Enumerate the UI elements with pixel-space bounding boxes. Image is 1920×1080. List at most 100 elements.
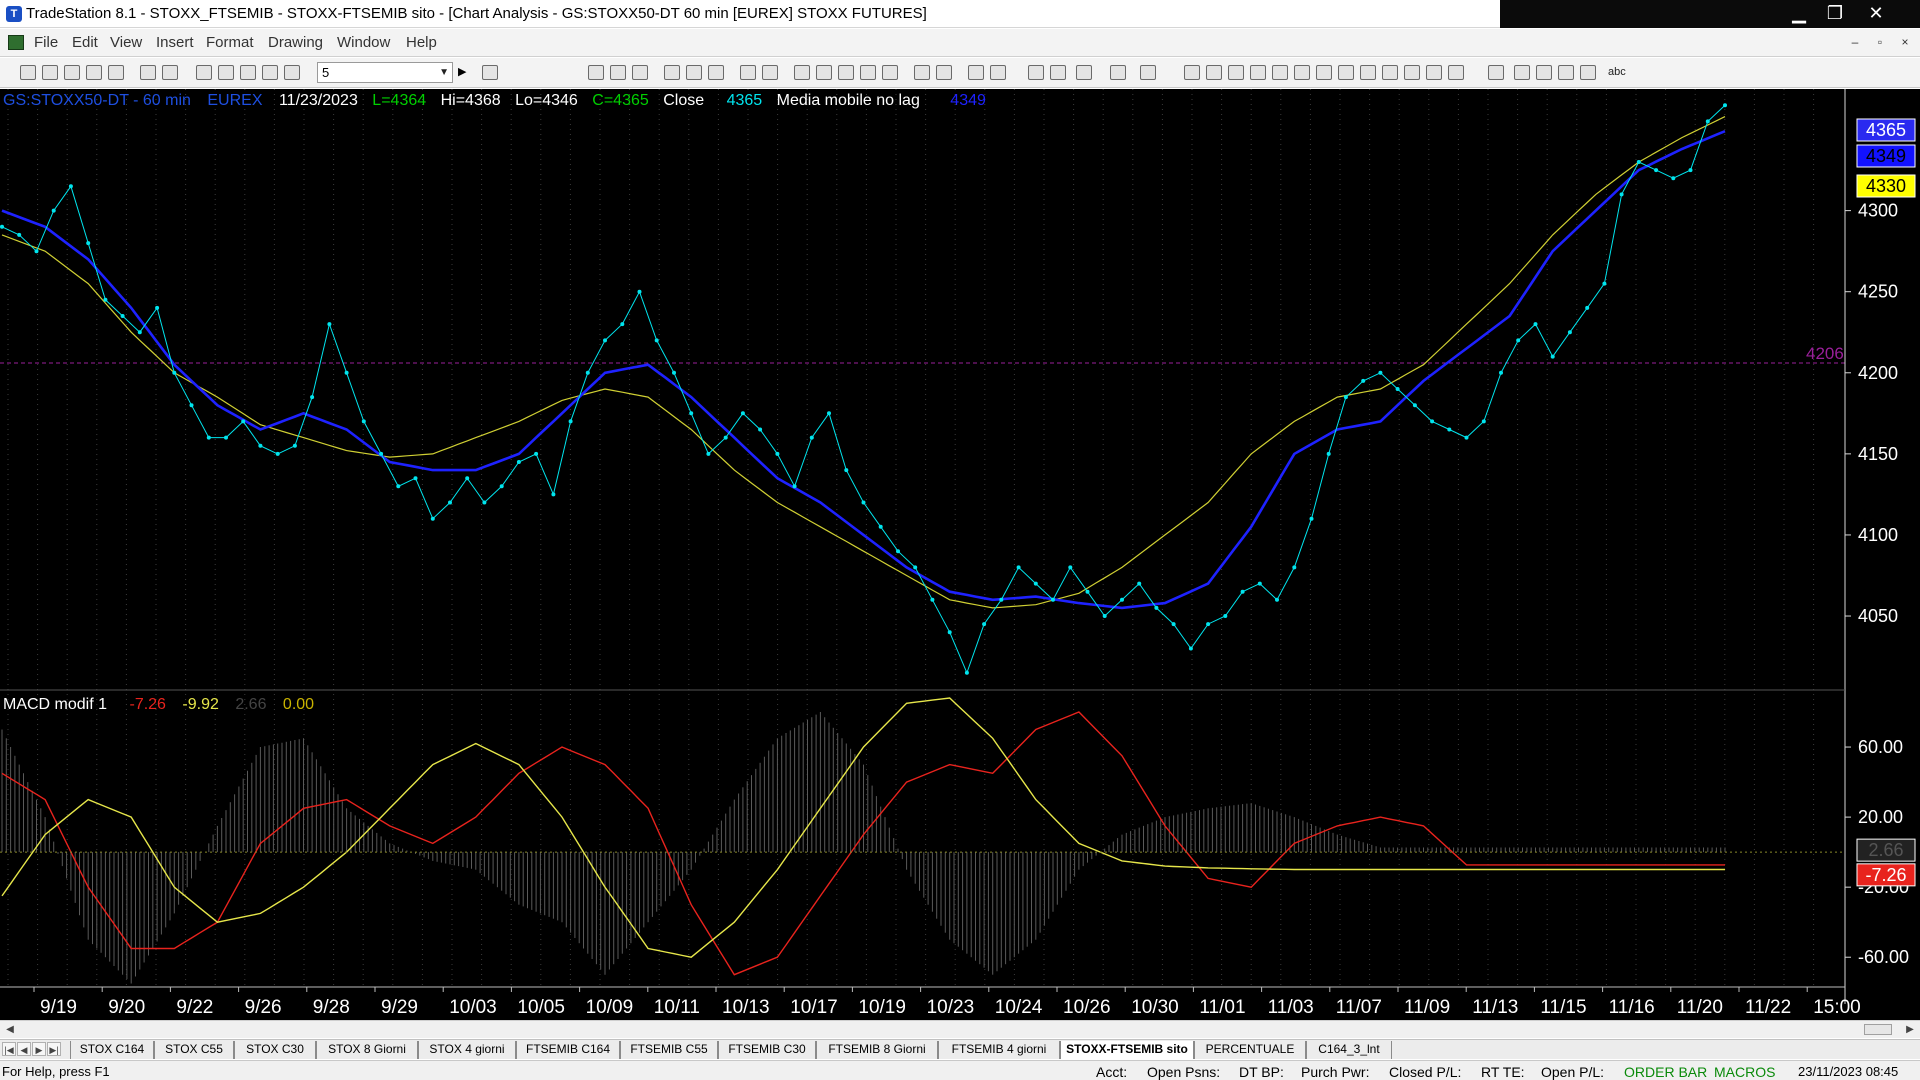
order-bar-toggle[interactable]: ORDER BAR bbox=[1624, 1064, 1707, 1080]
scroll-thumb[interactable] bbox=[1864, 1024, 1892, 1035]
tab-stox-4-giorni[interactable]: STOX 4 giorni bbox=[418, 1041, 516, 1059]
horizontal-arrow-icon[interactable] bbox=[1404, 65, 1420, 80]
find-symbol-icon[interactable] bbox=[482, 65, 498, 80]
tab-ftsemib-4-giorni[interactable]: FTSEMIB 4 giorni bbox=[938, 1041, 1060, 1059]
chart-area[interactable]: 4206 4300 4250 4200 4150 4100 4050 60.00 20.00… bbox=[0, 89, 1920, 1020]
print-preview-icon[interactable] bbox=[140, 65, 156, 80]
line-chart-icon[interactable] bbox=[816, 65, 832, 80]
horizontal-lines-icon[interactable] bbox=[1228, 65, 1244, 80]
globe-icon[interactable] bbox=[284, 65, 300, 80]
candlestick-icon[interactable] bbox=[838, 65, 854, 80]
tools-icon[interactable] bbox=[1076, 65, 1092, 80]
format-window-icon[interactable] bbox=[740, 65, 756, 80]
expand-bars-icon[interactable] bbox=[936, 65, 952, 80]
trendline-icon[interactable] bbox=[1184, 65, 1200, 80]
trade-icon[interactable] bbox=[1140, 65, 1156, 80]
vertical-lines-icon[interactable] bbox=[1206, 65, 1222, 80]
new-window-icon[interactable] bbox=[86, 65, 102, 80]
lock-icon[interactable] bbox=[240, 65, 256, 80]
tab-last-icon[interactable]: ▶| bbox=[47, 1042, 61, 1056]
arrow-up-icon[interactable] bbox=[1536, 65, 1552, 80]
x-tick-label: 11/13 bbox=[1472, 997, 1518, 1018]
mdi-close-button[interactable]: × bbox=[1895, 33, 1915, 51]
tab-stox-8-giorni[interactable]: STOX 8 Giorni bbox=[316, 1041, 418, 1059]
arc-tool-icon[interactable] bbox=[1426, 65, 1442, 80]
close-button[interactable]: ✕ bbox=[1855, 0, 1897, 28]
tab-ftsemib-c55[interactable]: FTSEMIB C55 bbox=[620, 1041, 718, 1059]
ellipse-icon[interactable] bbox=[1558, 65, 1574, 80]
play-icon[interactable]: ▶ bbox=[458, 65, 466, 78]
tab-first-icon[interactable]: |◀ bbox=[2, 1042, 16, 1056]
data-window-icon[interactable] bbox=[610, 65, 626, 80]
menu-format[interactable]: Format bbox=[206, 34, 254, 51]
tab-stox-c30[interactable]: STOX C30 bbox=[234, 1041, 316, 1059]
tab-stoxx-ftsemib-sito[interactable]: STOXX-FTSEMIB sito bbox=[1060, 1041, 1194, 1059]
macros-toggle[interactable]: MACROS bbox=[1714, 1064, 1775, 1080]
status-acct: Acct: bbox=[1096, 1064, 1128, 1080]
new-document-icon[interactable] bbox=[20, 65, 36, 80]
menu-drawing[interactable]: Drawing bbox=[268, 34, 323, 51]
chart-svg[interactable]: 4206 4300 4250 4200 4150 4100 4050 60.00 20.00… bbox=[0, 89, 1920, 1020]
zoom-in-icon[interactable] bbox=[968, 65, 984, 80]
tab-prev-icon[interactable]: ◀ bbox=[17, 1042, 31, 1056]
menu-file[interactable]: File bbox=[34, 34, 58, 51]
menu-edit[interactable]: Edit bbox=[72, 34, 98, 51]
compress-bars-icon[interactable] bbox=[914, 65, 930, 80]
window-cascade-icon[interactable] bbox=[196, 65, 212, 80]
zoom-out-icon[interactable] bbox=[990, 65, 1006, 80]
interval-selector[interactable]: 5 ▼ bbox=[317, 62, 453, 83]
tab-stox-c55[interactable]: STOX C55 bbox=[154, 1041, 234, 1059]
menu-help[interactable]: Help bbox=[406, 34, 437, 51]
chart-style-icon[interactable] bbox=[664, 65, 680, 80]
tab-percentuale[interactable]: PERCENTUALE bbox=[1194, 1041, 1306, 1059]
indicator-icon[interactable] bbox=[686, 65, 702, 80]
bar-chart-icon[interactable] bbox=[794, 65, 810, 80]
menu-view[interactable]: View bbox=[110, 34, 142, 51]
scroll-left-icon[interactable]: ◀ bbox=[2, 1022, 18, 1037]
save-all-icon[interactable] bbox=[64, 65, 80, 80]
open-workspace-icon[interactable] bbox=[108, 65, 124, 80]
rectangle-icon[interactable] bbox=[1580, 65, 1596, 80]
print-icon[interactable] bbox=[162, 65, 178, 80]
menu-window[interactable]: Window bbox=[337, 34, 390, 51]
tab-ftsemib-c164[interactable]: FTSEMIB C164 bbox=[516, 1041, 620, 1059]
scroll-right-icon[interactable]: ▶ bbox=[1902, 1022, 1918, 1037]
format-symbol-icon[interactable] bbox=[762, 65, 778, 80]
parallel-lines-icon[interactable] bbox=[1382, 65, 1398, 80]
pointer-icon[interactable] bbox=[1028, 65, 1044, 80]
arc-icon[interactable] bbox=[1272, 65, 1288, 80]
chevron-down-icon[interactable]: ▼ bbox=[439, 63, 449, 82]
point-figure-icon[interactable] bbox=[860, 65, 876, 80]
horizontal-scrollbar[interactable]: ◀ ▶ bbox=[0, 1020, 1920, 1038]
table-icon[interactable] bbox=[632, 65, 648, 80]
text-tool-icon[interactable]: abc bbox=[1608, 66, 1626, 78]
fibonacci-icon[interactable] bbox=[1250, 65, 1266, 80]
close-point bbox=[258, 443, 263, 448]
tab-c164-3-int[interactable]: C164_3_lnt bbox=[1306, 1041, 1392, 1059]
order-bar-icon[interactable] bbox=[1110, 65, 1126, 80]
drawing-tool-icon[interactable] bbox=[262, 65, 278, 80]
tab-ftsemib-8-giorni[interactable]: FTSEMIB 8 Giorni bbox=[816, 1041, 938, 1059]
restore-button[interactable]: ❐ bbox=[1814, 0, 1856, 28]
andrews-pitchfork-icon[interactable] bbox=[1360, 65, 1376, 80]
tab-stox-c164[interactable]: STOX C164 bbox=[70, 1041, 154, 1059]
curve-icon[interactable] bbox=[1488, 65, 1504, 80]
open-folder-icon[interactable] bbox=[42, 65, 58, 80]
mdi-restore-button[interactable]: ▫ bbox=[1870, 33, 1890, 51]
gann-fan-icon[interactable] bbox=[1338, 65, 1354, 80]
tab-next-icon[interactable]: ▶ bbox=[32, 1042, 46, 1056]
menu-insert[interactable]: Insert bbox=[156, 34, 194, 51]
window-tile-icon[interactable] bbox=[218, 65, 234, 80]
chart-settings-icon[interactable] bbox=[588, 65, 604, 80]
tab-ftsemib-c30[interactable]: FTSEMIB C30 bbox=[718, 1041, 816, 1059]
pencil-icon[interactable] bbox=[1448, 65, 1464, 80]
mdi-minimize-button[interactable]: – bbox=[1845, 33, 1865, 51]
arrow-down-icon[interactable] bbox=[1514, 65, 1530, 80]
channel-icon[interactable] bbox=[1294, 65, 1310, 80]
chart-window-icon[interactable] bbox=[8, 35, 24, 50]
strategy-icon[interactable] bbox=[708, 65, 724, 80]
close-point bbox=[878, 524, 883, 529]
crosshair-icon[interactable] bbox=[1050, 65, 1066, 80]
speed-lines-icon[interactable] bbox=[1316, 65, 1332, 80]
kagi-icon[interactable] bbox=[882, 65, 898, 80]
